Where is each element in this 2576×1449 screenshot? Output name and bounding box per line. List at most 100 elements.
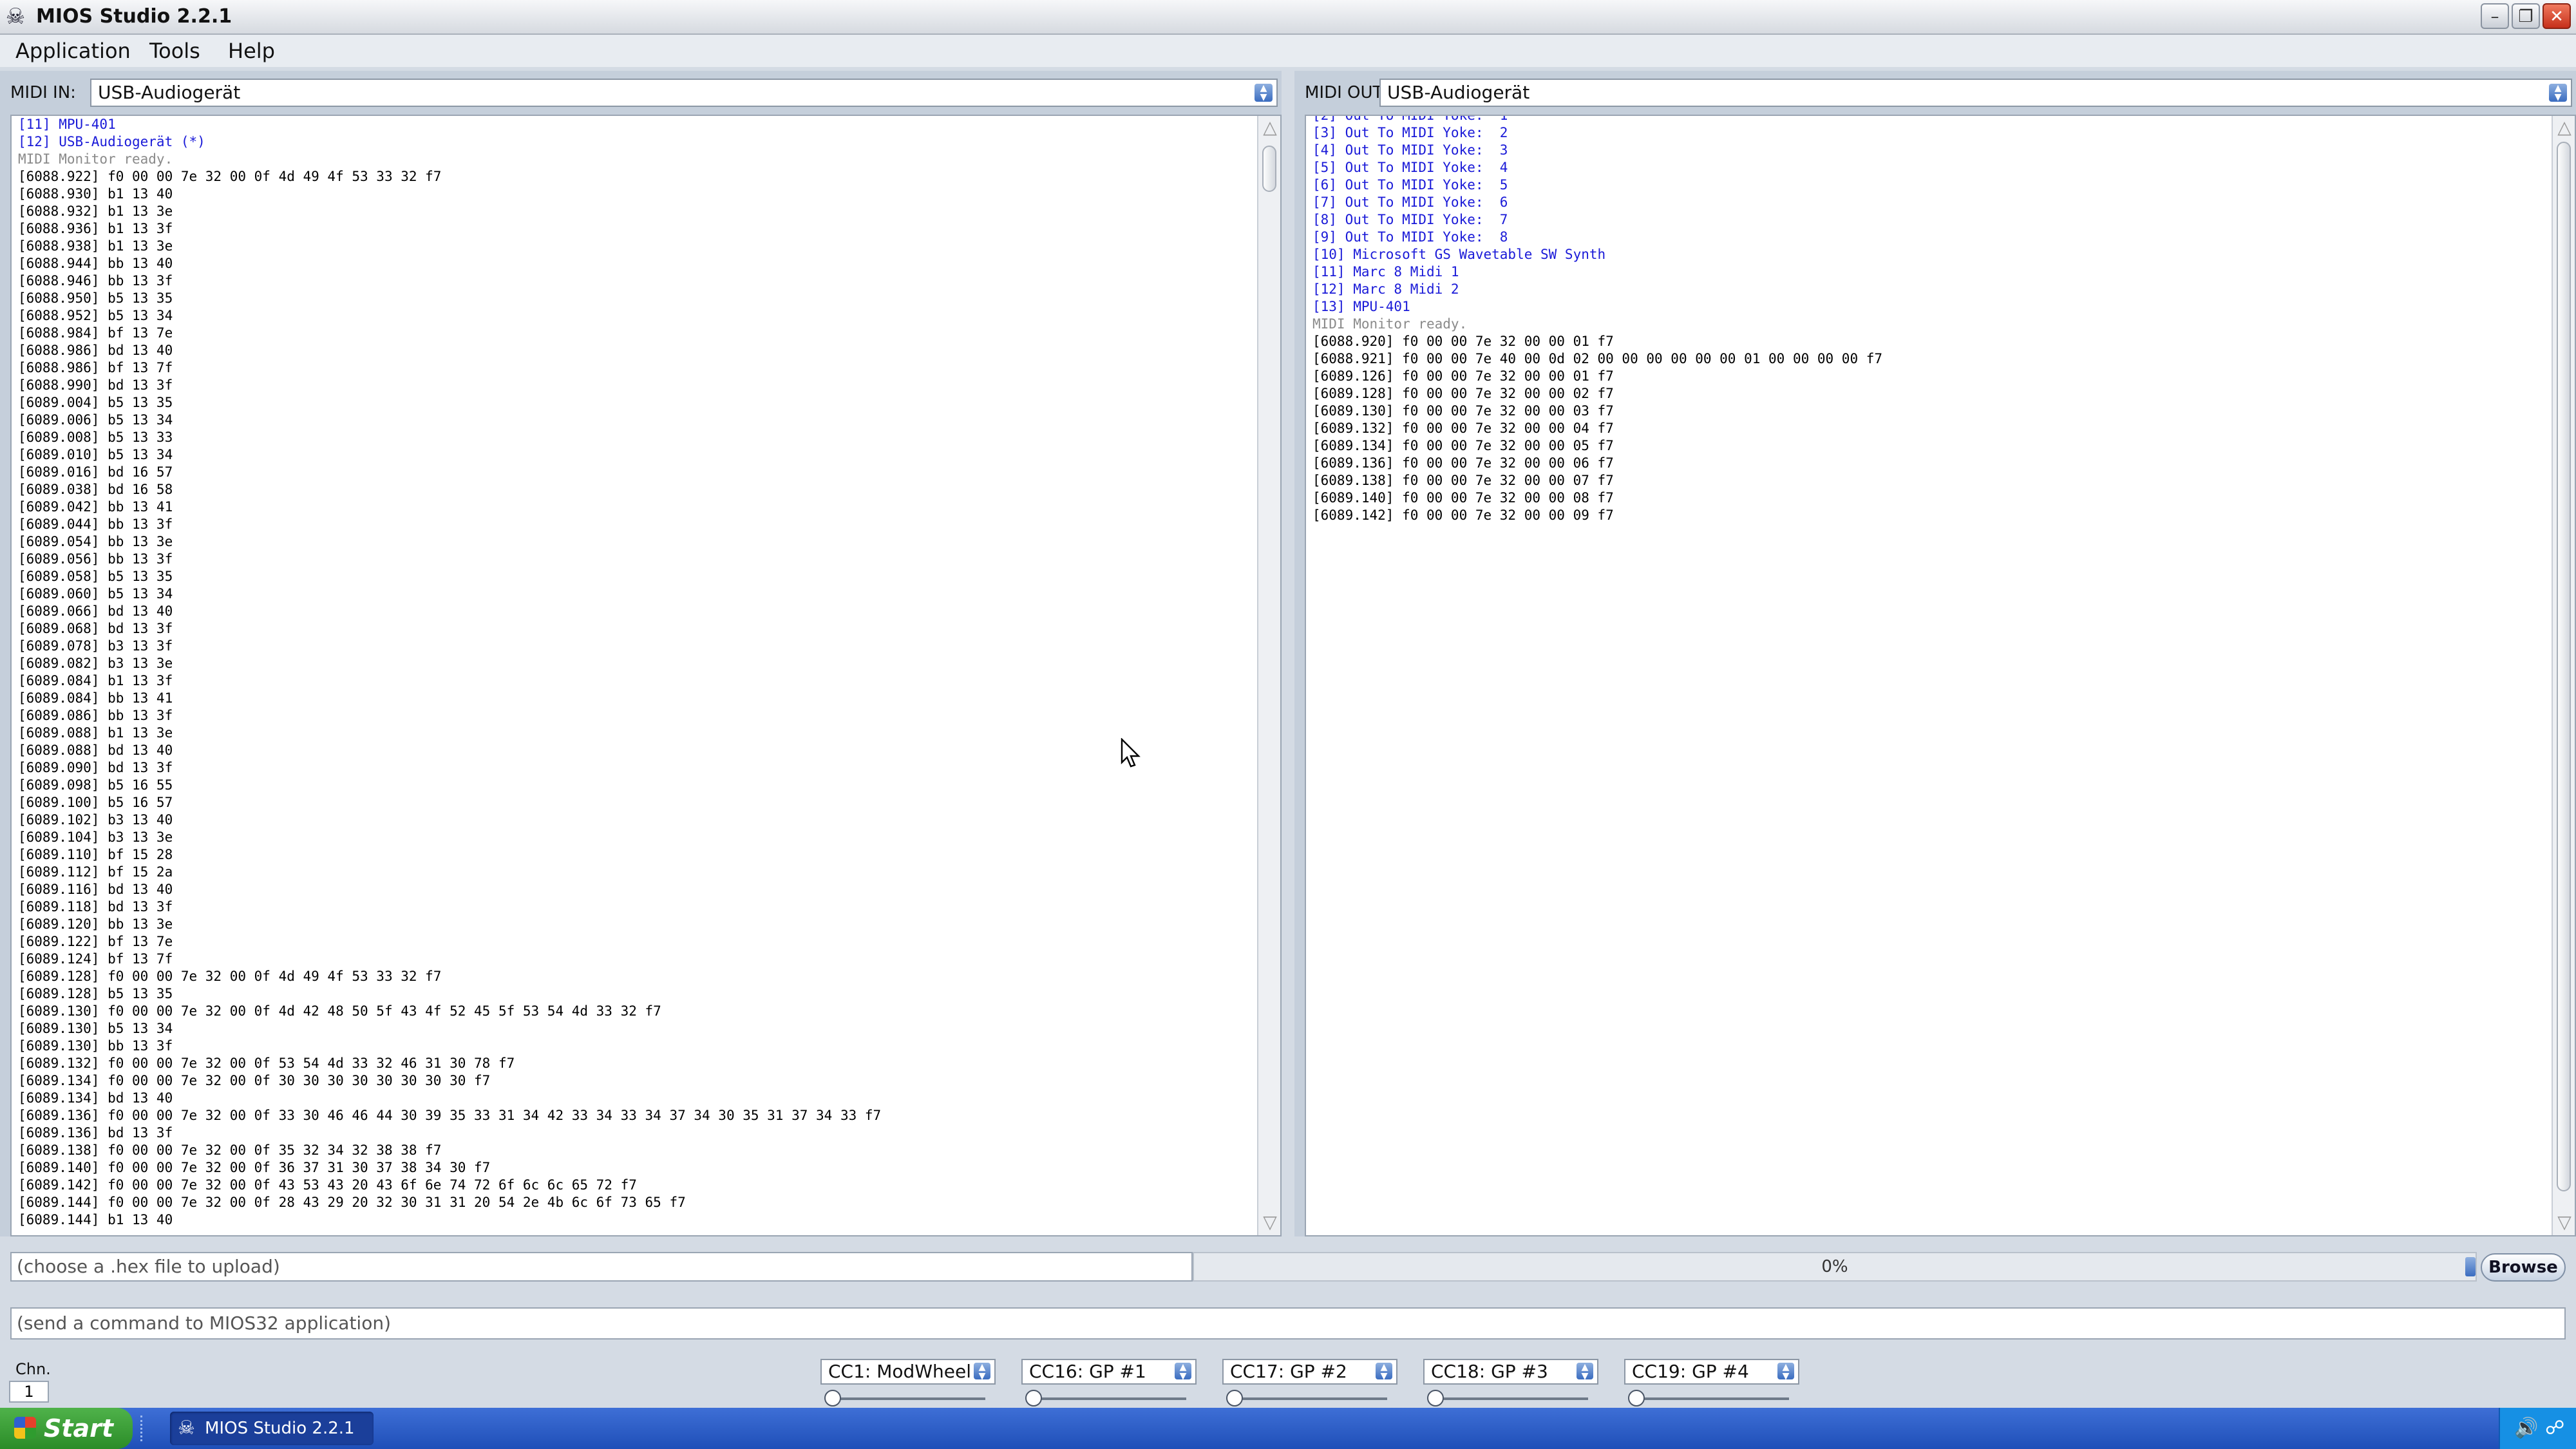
network-icon[interactable]: ☍	[2545, 1417, 2564, 1439]
midi-out-log-lines: [2] Out To MIDI Yoke: 1 [3] Out To MIDI Y…	[1312, 115, 1883, 524]
midi-in-log-line: [6089.134] f0 00 00 7e 32 00 0f 30 30 30…	[18, 1073, 491, 1088]
chevron-updown-icon: ▲ ▼	[1376, 1363, 1392, 1381]
command-input[interactable]: (send a command to MIOS32 application)	[10, 1307, 2566, 1340]
channel-label: Chn.	[15, 1360, 51, 1378]
upload-progress-bar: 0%	[1193, 1252, 2477, 1282]
scroll-thumb[interactable]	[1262, 146, 1276, 192]
midi-in-log-line: [6089.144] b1 13 40	[18, 1212, 173, 1227]
chevron-updown-icon: ▲ ▼	[1577, 1363, 1593, 1381]
midi-in-log-line: [6089.104] b3 13 3e	[18, 829, 173, 845]
cc-slider-knob[interactable]	[1628, 1390, 1645, 1406]
panel-splitter[interactable]	[1282, 71, 1294, 1236]
midi-in-log-line: [6089.008] b5 13 33	[18, 430, 173, 445]
midi-out-log-line: [6089.140] f0 00 00 7e 32 00 00 08 f7	[1312, 490, 1614, 506]
system-tray: 🔊 ☍	[2499, 1408, 2576, 1449]
midi-out-label: MIDI OUT:	[1305, 83, 1387, 102]
virtual-controller: Chn. 1 CC1: ModWheel ▲ ▼ CC16: GP #1 ▲ ▼ C…	[0, 1352, 2576, 1406]
midi-in-log-line: [6088.952] b5 13 34	[18, 308, 173, 323]
cc-select-4[interactable]: CC18: GP #3 ▲ ▼	[1423, 1359, 1598, 1385]
midi-out-panel: MIDI OUT: USB-Audiogerät ▲ ▼ [2] Out To M…	[1294, 71, 2576, 1236]
midi-in-log-line: [6089.060] b5 13 34	[18, 586, 173, 601]
scroll-thumb[interactable]	[2557, 142, 2571, 1191]
midi-out-log-line: [6089.136] f0 00 00 7e 32 00 00 06 f7	[1312, 455, 1614, 471]
speaker-icon[interactable]: 🔊	[2514, 1417, 2538, 1439]
midi-in-log-line: [6089.144] f0 00 00 7e 32 00 0f 28 43 29…	[18, 1195, 686, 1210]
window-title: MIOS Studio 2.2.1	[36, 5, 232, 28]
cc-select-3[interactable]: CC17: GP #2 ▲ ▼	[1222, 1359, 1397, 1385]
taskbar-window-label: MIOS Studio 2.2.1	[205, 1419, 355, 1438]
taskbar-window-button[interactable]: ☠ MIOS Studio 2.2.1	[170, 1412, 374, 1445]
menu-application[interactable]: Application	[15, 35, 131, 67]
start-button[interactable]: Start	[0, 1408, 133, 1449]
midi-in-log-line: [6089.006] b5 13 34	[18, 412, 173, 428]
cc-select-2[interactable]: CC16: GP #1 ▲ ▼	[1021, 1359, 1197, 1385]
midi-in-log-line: [6088.990] bd 13 3f	[18, 377, 173, 393]
menu-help[interactable]: Help	[228, 35, 275, 67]
midi-out-port-select[interactable]: USB-Audiogerät ▲ ▼	[1379, 79, 2572, 107]
menu-tools[interactable]: Tools	[149, 35, 200, 67]
cc-slider-knob[interactable]	[1226, 1390, 1243, 1406]
midi-in-log-line: [6088.950] b5 13 35	[18, 290, 173, 306]
midi-out-scrollbar[interactable]: △ ▽	[2552, 116, 2575, 1235]
midi-in-log-line: [6088.986] bf 13 7f	[18, 360, 173, 375]
scroll-up-icon[interactable]: △	[1258, 116, 1280, 139]
cc-slider-knob[interactable]	[824, 1390, 841, 1406]
midi-out-selected-port: USB-Audiogerät	[1387, 82, 1530, 103]
midi-in-log-line: [6089.090] bd 13 3f	[18, 760, 173, 775]
midi-in-log-line: [6089.112] bf 15 2a	[18, 864, 173, 880]
cc-slider-track	[1233, 1397, 1387, 1400]
midi-in-log-line: [6089.038] bd 16 58	[18, 482, 173, 497]
midi-in-log[interactable]: [11] MPU-401 [12] USB-Audiogerät (*) MIDI …	[10, 115, 1282, 1236]
midi-out-log-line: [2] Out To MIDI Yoke: 1	[1312, 115, 1508, 123]
midi-in-log-line: [11] MPU-401	[18, 117, 116, 132]
channel-select[interactable]: 1	[9, 1381, 49, 1403]
midi-out-log[interactable]: [2] Out To MIDI Yoke: 1 [3] Out To MIDI Y…	[1305, 115, 2576, 1236]
maximize-button[interactable]: ❐	[2512, 3, 2540, 29]
midi-in-log-line: [6089.016] bd 16 57	[18, 464, 173, 480]
midi-out-log-line: [6089.130] f0 00 00 7e 32 00 00 03 f7	[1312, 403, 1614, 419]
midi-in-log-line: [6088.946] bb 13 3f	[18, 273, 173, 289]
midi-out-log-line: [11] Marc 8 Midi 1	[1312, 264, 1459, 279]
minimize-button[interactable]: –	[2481, 3, 2509, 29]
midi-in-scrollbar[interactable]: △ ▽	[1257, 116, 1280, 1235]
scroll-up-icon[interactable]: △	[2553, 116, 2575, 139]
midi-in-log-line: [6089.122] bf 13 7e	[18, 934, 173, 949]
midi-in-log-line: [6089.120] bb 13 3e	[18, 916, 173, 932]
midi-in-log-line: [6089.088] bd 13 40	[18, 743, 173, 758]
midi-in-panel: MIDI IN: USB-Audiogerät ▲ ▼ [11] MPU-401[…	[0, 71, 1282, 1236]
cc-select-5[interactable]: CC19: GP #4 ▲ ▼	[1624, 1359, 1799, 1385]
midi-in-log-line: [6089.130] f0 00 00 7e 32 00 0f 4d 42 48…	[18, 1003, 661, 1019]
hex-file-input[interactable]: (choose a .hex file to upload)	[10, 1252, 1193, 1282]
cc-slider-knob[interactable]	[1427, 1390, 1444, 1406]
midi-out-log-line: [6088.921] f0 00 00 7e 40 00 0d 02 00 00…	[1312, 351, 1883, 366]
midi-in-label: MIDI IN:	[10, 83, 76, 102]
midi-out-log-line: [6089.138] f0 00 00 7e 32 00 00 07 f7	[1312, 473, 1614, 488]
midi-in-log-line: [6089.140] f0 00 00 7e 32 00 0f 36 37 31…	[18, 1160, 491, 1175]
cc-slider-track	[1434, 1397, 1588, 1400]
midi-out-log-line: [9] Out To MIDI Yoke: 8	[1312, 229, 1508, 245]
cc-slider-knob[interactable]	[1025, 1390, 1042, 1406]
close-button[interactable]: ✕	[2543, 3, 2571, 29]
midi-in-log-line: [6089.136] bd 13 3f	[18, 1125, 173, 1141]
midi-in-log-line: [6089.128] f0 00 00 7e 32 00 0f 4d 49 4f…	[18, 969, 442, 984]
cc-select-label: CC16: GP #1	[1029, 1361, 1146, 1382]
cc-select-1[interactable]: CC1: ModWheel ▲ ▼	[820, 1359, 996, 1385]
midi-out-log-line: [5] Out To MIDI Yoke: 4	[1312, 160, 1508, 175]
midi-in-log-line: MIDI Monitor ready.	[18, 151, 173, 167]
midi-out-log-line: [6] Out To MIDI Yoke: 5	[1312, 177, 1508, 193]
midi-in-log-line: [6089.054] bb 13 3e	[18, 534, 173, 549]
title-bar: ☠ MIOS Studio 2.2.1 – ❐ ✕	[0, 0, 2576, 35]
scroll-down-icon[interactable]: ▽	[1258, 1211, 1280, 1234]
chevron-updown-icon: ▲ ▼	[1255, 84, 1273, 102]
midi-in-log-line: [6089.134] bd 13 40	[18, 1090, 173, 1106]
midi-in-log-line: [6089.116] bd 13 40	[18, 882, 173, 897]
cc-slider-track	[1032, 1397, 1186, 1400]
progress-handle-icon	[2465, 1257, 2476, 1276]
midi-in-log-line: [6089.128] b5 13 35	[18, 986, 173, 1001]
browse-button[interactable]: Browse	[2481, 1253, 2566, 1282]
midi-in-log-line: [6089.084] bb 13 41	[18, 690, 173, 706]
midi-in-port-select[interactable]: USB-Audiogerät ▲ ▼	[90, 79, 1278, 107]
scroll-down-icon[interactable]: ▽	[2553, 1211, 2575, 1234]
cc-slider-track	[831, 1397, 985, 1400]
midi-out-log-line: [6088.920] f0 00 00 7e 32 00 00 01 f7	[1312, 334, 1614, 349]
